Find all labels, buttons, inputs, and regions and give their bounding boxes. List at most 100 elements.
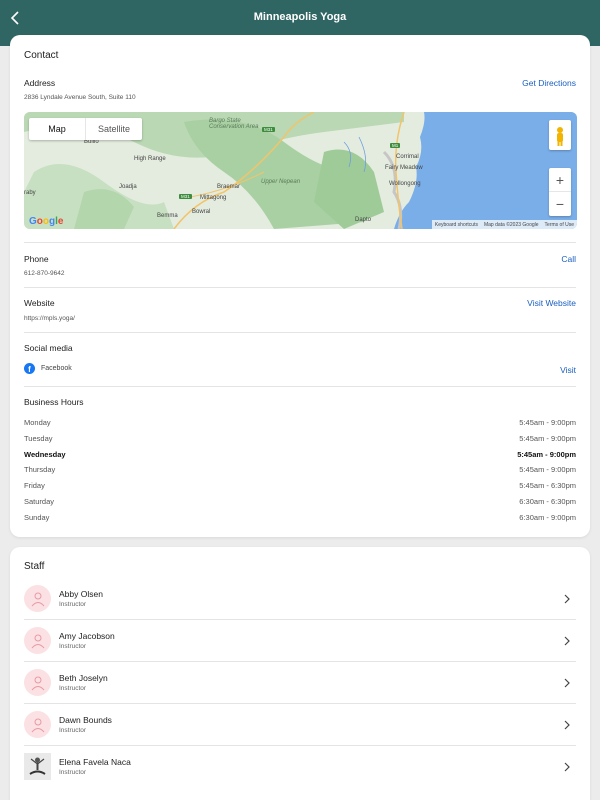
hours-day: Thursday <box>24 465 56 475</box>
person-placeholder-icon <box>31 676 44 690</box>
map-place-mittagong: Mittagong <box>200 195 227 201</box>
divider <box>24 386 576 387</box>
pegman-icon[interactable] <box>549 120 571 150</box>
avatar-photo <box>24 753 51 780</box>
divider <box>24 332 576 333</box>
zoom-out-button[interactable]: − <box>549 192 571 216</box>
address-label: Address <box>24 78 56 88</box>
get-directions-link[interactable]: Get Directions <box>522 78 576 88</box>
facebook-icon: f <box>24 363 35 374</box>
keyboard-shortcuts-link[interactable]: Keyboard shortcuts <box>435 222 478 228</box>
divider <box>24 242 576 243</box>
staff-row[interactable]: Amy Jacobson Instructor <box>24 620 576 662</box>
chevron-right-icon <box>564 678 570 688</box>
business-hours-label: Business Hours <box>24 397 84 407</box>
hours-row: Monday 5:45am - 9:00pm <box>24 416 576 432</box>
zoom-in-button[interactable]: + <box>549 168 571 192</box>
hours-day: Sunday <box>24 512 50 522</box>
page-title: Minneapolis Yoga <box>253 11 347 23</box>
phone-label: Phone <box>24 254 49 264</box>
person-placeholder-icon <box>31 634 44 648</box>
hours-row: Tuesday 5:45am - 9:00pm <box>24 432 576 448</box>
staff-role: Instructor <box>59 769 87 776</box>
call-link[interactable]: Call <box>561 254 576 264</box>
yoga-pose-photo <box>24 753 51 780</box>
staff-role: Instructor <box>59 727 87 734</box>
hours-row: Saturday 6:30am - 6:30pm <box>24 495 576 511</box>
staff-name: Dawn Bounds <box>59 715 112 725</box>
map-place-raby: raby <box>24 190 36 196</box>
staff-role: Instructor <box>59 601 87 608</box>
map-place-joadja: Joadja <box>119 184 137 190</box>
website-label: Website <box>24 298 55 308</box>
hours-row: Sunday 6:30am - 9:00pm <box>24 511 576 527</box>
visit-website-link[interactable]: Visit Website <box>527 298 576 308</box>
social-media-label: Social media <box>24 343 73 353</box>
map[interactable]: Bargo State Conservation Area Bullio Hig… <box>24 112 577 229</box>
hours-time: 5:45am - 9:00pm <box>519 465 576 475</box>
hours-time: 5:45am - 9:00pm <box>519 418 576 427</box>
chevron-right-icon <box>564 762 570 772</box>
phone-value: 612-870-9642 <box>24 270 65 277</box>
address-value: 2836 Lyndale Avenue South, Suite 110 <box>24 94 136 101</box>
business-hours-list: Monday 5:45am - 9:00pm Tuesday 5:45am - … <box>24 416 576 527</box>
google-logo: Google <box>29 216 64 227</box>
map-place-bowral: Bowral <box>192 209 211 215</box>
staff-row[interactable]: Abby Olsen Instructor <box>24 578 576 620</box>
map-place-braemar: Braemar <box>217 184 241 190</box>
hours-time: 5:45am - 9:00pm <box>519 433 576 443</box>
map-type-toggle: Map Satellite <box>29 118 142 140</box>
map-place-fairy-meadow: Fairy Meadow <box>385 165 423 171</box>
hours-time: 5:45am - 6:30pm <box>519 481 576 491</box>
staff-row[interactable]: Dawn Bounds Instructor <box>24 704 576 746</box>
map-road-m31a: M31 <box>262 127 275 132</box>
map-road-m1: M1 <box>390 143 401 148</box>
avatar <box>24 627 51 654</box>
hours-row: Friday 5:45am - 6:30pm <box>24 479 576 495</box>
avatar <box>24 711 51 738</box>
staff-role: Instructor <box>59 643 87 650</box>
zoom-controls: + − <box>549 168 571 216</box>
map-place-high-range: High Range <box>134 156 166 162</box>
staff-name: Beth Joselyn <box>59 673 108 683</box>
map-place-dapto: Dapto <box>355 217 372 223</box>
chevron-right-icon <box>564 594 570 604</box>
staff-role: Instructor <box>59 685 87 692</box>
map-tab[interactable]: Map <box>29 118 86 140</box>
terms-link[interactable]: Terms of Use <box>545 222 574 228</box>
person-placeholder-icon <box>31 592 44 606</box>
map-data-text: Map data ©2023 Google <box>483 221 539 228</box>
contact-title: Contact <box>24 50 59 61</box>
person-placeholder-icon <box>31 718 44 732</box>
staff-row[interactable]: Beth Joselyn Instructor <box>24 662 576 704</box>
hours-day: Monday <box>24 418 51 427</box>
avatar <box>24 585 51 612</box>
map-road-m31b: M31 <box>179 194 192 199</box>
hours-time: 6:30am - 9:00pm <box>519 512 576 522</box>
divider <box>24 287 576 288</box>
staff-card: Staff Abby Olsen Instructor Amy Jacobson… <box>10 547 590 800</box>
chevron-right-icon <box>564 636 570 646</box>
hours-day: Wednesday <box>24 449 66 459</box>
map-place-bemma: Bemma <box>157 213 178 219</box>
staff-name: Amy Jacobson <box>59 631 115 641</box>
staff-name: Abby Olsen <box>59 589 103 599</box>
map-place-bargo: Bargo State Conservation Area <box>209 118 259 130</box>
avatar <box>24 669 51 696</box>
hours-row-today: Wednesday 5:45am - 9:00pm <box>24 448 576 464</box>
hours-time: 6:30am - 6:30pm <box>519 496 576 506</box>
hours-day: Tuesday <box>24 433 53 443</box>
map-attribution: Keyboard shortcuts Map data ©2023 Google… <box>431 220 577 229</box>
staff-name: Elena Favela Naca <box>59 757 131 767</box>
map-place-corrimal: Corrimal <box>396 154 419 160</box>
website-value: https://mpls.yoga/ <box>24 315 75 322</box>
staff-title: Staff <box>24 561 45 572</box>
map-place-upper-nepean: Upper Nepean <box>261 179 301 185</box>
staff-row[interactable]: Elena Favela Naca Instructor <box>24 746 576 788</box>
hours-time: 5:45am - 9:00pm <box>517 449 576 459</box>
facebook-label: Facebook <box>41 365 72 372</box>
hours-day: Friday <box>24 481 45 491</box>
contact-card: Contact Address 2836 Lyndale Avenue Sout… <box>10 35 590 537</box>
visit-facebook-link[interactable]: Visit <box>560 365 576 375</box>
satellite-tab[interactable]: Satellite <box>86 118 142 140</box>
